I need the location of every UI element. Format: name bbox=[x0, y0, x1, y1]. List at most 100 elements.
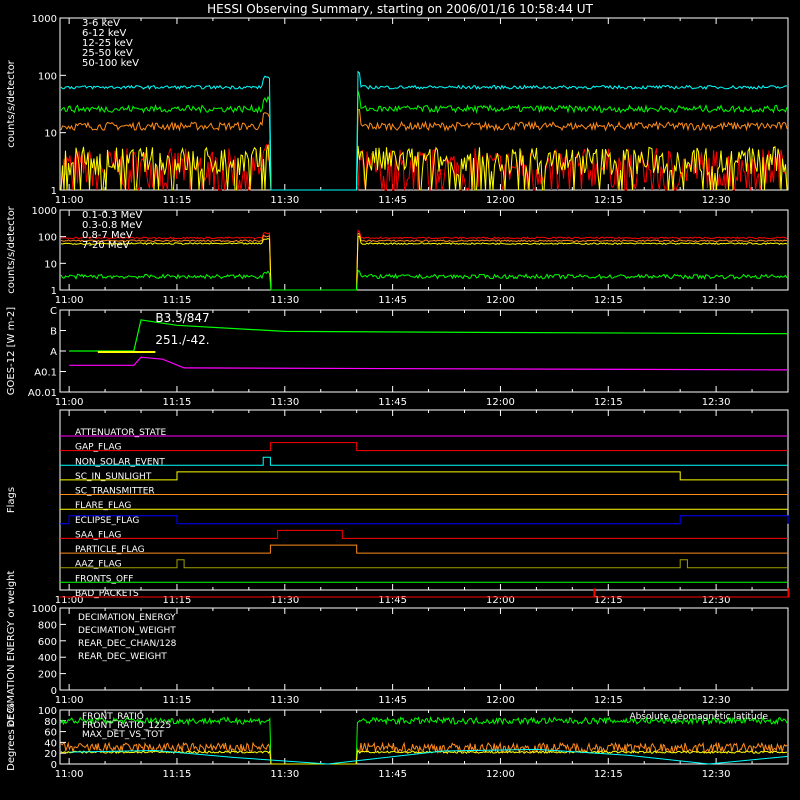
y-axis-label: Degrees or % bbox=[6, 703, 17, 771]
x-tick-label: 11:30 bbox=[270, 397, 299, 408]
series-line bbox=[60, 90, 788, 191]
y-tick-label: 400 bbox=[38, 653, 57, 664]
flag-label: FLARE_FLAG bbox=[75, 501, 131, 511]
x-tick-label: 12:00 bbox=[486, 295, 515, 306]
plots: 11:00 11:15 11:30 11:45 12:00 12:15 12:30 count… bbox=[6, 14, 790, 780]
legend-entry: DECIMATION_ENERGY bbox=[78, 613, 176, 623]
legend-entry: REAR_DEC_CHAN/128 bbox=[78, 639, 177, 649]
x-tick-label: 12:15 bbox=[594, 769, 623, 780]
x-tick-label: 11:00 bbox=[55, 769, 84, 780]
y-tick-label: C bbox=[50, 306, 57, 317]
y-axis-label: GOES-12 [W m-2] bbox=[6, 307, 17, 395]
flag-label: SC_IN_SUNLIGHT bbox=[75, 472, 152, 482]
flag-trace bbox=[60, 515, 789, 525]
x-tick-label: 12:00 bbox=[486, 769, 515, 780]
flag-label: SAA_FLAG bbox=[75, 530, 121, 540]
legend-entry: DECIMATION_WEIGHT bbox=[78, 626, 176, 636]
y-tick-label: 1000 bbox=[32, 14, 57, 25]
y-tick-label: 80 bbox=[44, 717, 57, 728]
hessi-summary-figure: HESSI Observing Summary, starting on 200… bbox=[6, 2, 790, 780]
flag-label: ECLIPSE_FLAG bbox=[75, 516, 139, 526]
series-line bbox=[60, 70, 788, 191]
y-axis-label: counts/s/detector bbox=[6, 59, 17, 147]
flag-label: SC_TRANSMITTER bbox=[75, 487, 155, 497]
y-tick-label: 60 bbox=[44, 728, 57, 739]
legend-entry: REAR_DEC_WEIGHT bbox=[78, 652, 167, 662]
x-tick-label: 11:45 bbox=[378, 769, 407, 780]
x-tick-label: 11:00 bbox=[55, 295, 84, 306]
x-tick-label: 12:30 bbox=[702, 295, 731, 306]
y-tick-label: B bbox=[50, 327, 57, 338]
y-tick-label: A bbox=[50, 347, 57, 358]
x-tick-label: 11:15 bbox=[163, 695, 192, 706]
goes-series-line bbox=[69, 356, 789, 371]
x-tick-label: 11:00 bbox=[55, 397, 84, 408]
y-tick-label: 800 bbox=[38, 620, 57, 631]
x-tick-label: 12:15 bbox=[594, 295, 623, 306]
x-tick-label: 11:30 bbox=[270, 195, 299, 206]
series-line bbox=[60, 235, 788, 291]
flag-label: ATTENUATOR_STATE bbox=[75, 428, 167, 438]
series-line bbox=[60, 269, 788, 291]
y-tick-label: 10 bbox=[44, 129, 57, 140]
panel-goes: 11:00 11:15 11:30 11:45 12:00 12:15 12:30 GOES-… bbox=[6, 306, 789, 408]
x-tick-label: 12:15 bbox=[594, 397, 623, 408]
figure-title: HESSI Observing Summary, starting on 200… bbox=[207, 2, 593, 16]
flag-trace bbox=[60, 442, 788, 452]
x-tick-label: 11:00 bbox=[55, 695, 84, 706]
y-tick-label: 200 bbox=[38, 670, 57, 681]
flag-label: BAD_PACKETS bbox=[75, 589, 139, 599]
x-tick-label: 12:30 bbox=[702, 397, 731, 408]
legend-entry: Absolute geomagnetic latitude bbox=[629, 712, 768, 722]
panel-frame bbox=[59, 17, 789, 191]
x-tick-label: 11:30 bbox=[270, 769, 299, 780]
flag-label: FRONTS_OFF bbox=[75, 574, 133, 584]
y-tick-label: A0.01 bbox=[28, 388, 57, 399]
x-tick-label: 12:30 bbox=[702, 695, 731, 706]
flag-label: GAP_FLAG bbox=[75, 443, 121, 453]
y-tick-label: 10 bbox=[44, 259, 57, 270]
y-axis-label: Flags bbox=[6, 487, 17, 513]
legend-entry: 7-20 MeV bbox=[82, 240, 130, 251]
goes-annotation: B3.3/847 bbox=[155, 311, 209, 325]
x-tick-label: 11:45 bbox=[378, 295, 407, 306]
y-axis-label: counts/s/detector bbox=[6, 205, 17, 293]
x-tick-label: 12:00 bbox=[486, 695, 515, 706]
series-line bbox=[60, 232, 788, 291]
flag-label: AAZ_FLAG bbox=[75, 560, 122, 570]
x-tick-label: 11:15 bbox=[163, 195, 192, 206]
y-tick-label: 100 bbox=[38, 706, 57, 717]
y-tick-label: 1000 bbox=[32, 206, 57, 217]
panel-flags: 11:00 11:15 11:30 11:45 12:00 12:15 12:30Flags… bbox=[6, 409, 790, 606]
goes-annotation: 251./-42. bbox=[155, 333, 209, 347]
flag-trace bbox=[60, 529, 788, 539]
y-tick-label: 1 bbox=[51, 286, 57, 297]
x-tick-label: 12:00 bbox=[486, 397, 515, 408]
x-tick-label: 11:00 bbox=[55, 195, 84, 206]
y-tick-label: 0 bbox=[51, 686, 57, 697]
x-tick-label: 11:30 bbox=[270, 695, 299, 706]
x-tick-label: 12:15 bbox=[594, 195, 623, 206]
x-tick-label: 11:45 bbox=[378, 195, 407, 206]
x-tick-label: 11:45 bbox=[378, 397, 407, 408]
x-tick-label: 11:30 bbox=[270, 295, 299, 306]
x-tick-label: 11:15 bbox=[163, 295, 192, 306]
y-tick-label: A0.1 bbox=[34, 368, 57, 379]
flag-label: NON_SOLAR_EVENT bbox=[75, 457, 165, 467]
y-tick-label: 100 bbox=[38, 71, 57, 82]
legend-entry: 50-100 keV bbox=[82, 58, 139, 69]
panel-frame bbox=[59, 409, 789, 591]
y-tick-label: 20 bbox=[44, 749, 57, 760]
panel-ratio: 11:00 11:15 11:30 11:45 12:00 12:15 12:30 Degre… bbox=[6, 703, 789, 780]
series-line bbox=[60, 229, 788, 291]
x-tick-label: 12:30 bbox=[702, 195, 731, 206]
y-tick-label: 40 bbox=[44, 738, 57, 749]
x-tick-label: 12:00 bbox=[486, 195, 515, 206]
panel-lowE: 11:00 11:15 11:30 11:45 12:00 12:15 12:30 count… bbox=[6, 14, 789, 206]
x-tick-label: 12:30 bbox=[702, 769, 731, 780]
x-tick-label: 11:15 bbox=[163, 397, 192, 408]
x-tick-label: 11:45 bbox=[378, 695, 407, 706]
y-tick-label: 100 bbox=[38, 233, 57, 244]
legend-entry: MAX_DET_VS_TOT bbox=[82, 730, 164, 740]
flag-trace bbox=[60, 544, 788, 554]
